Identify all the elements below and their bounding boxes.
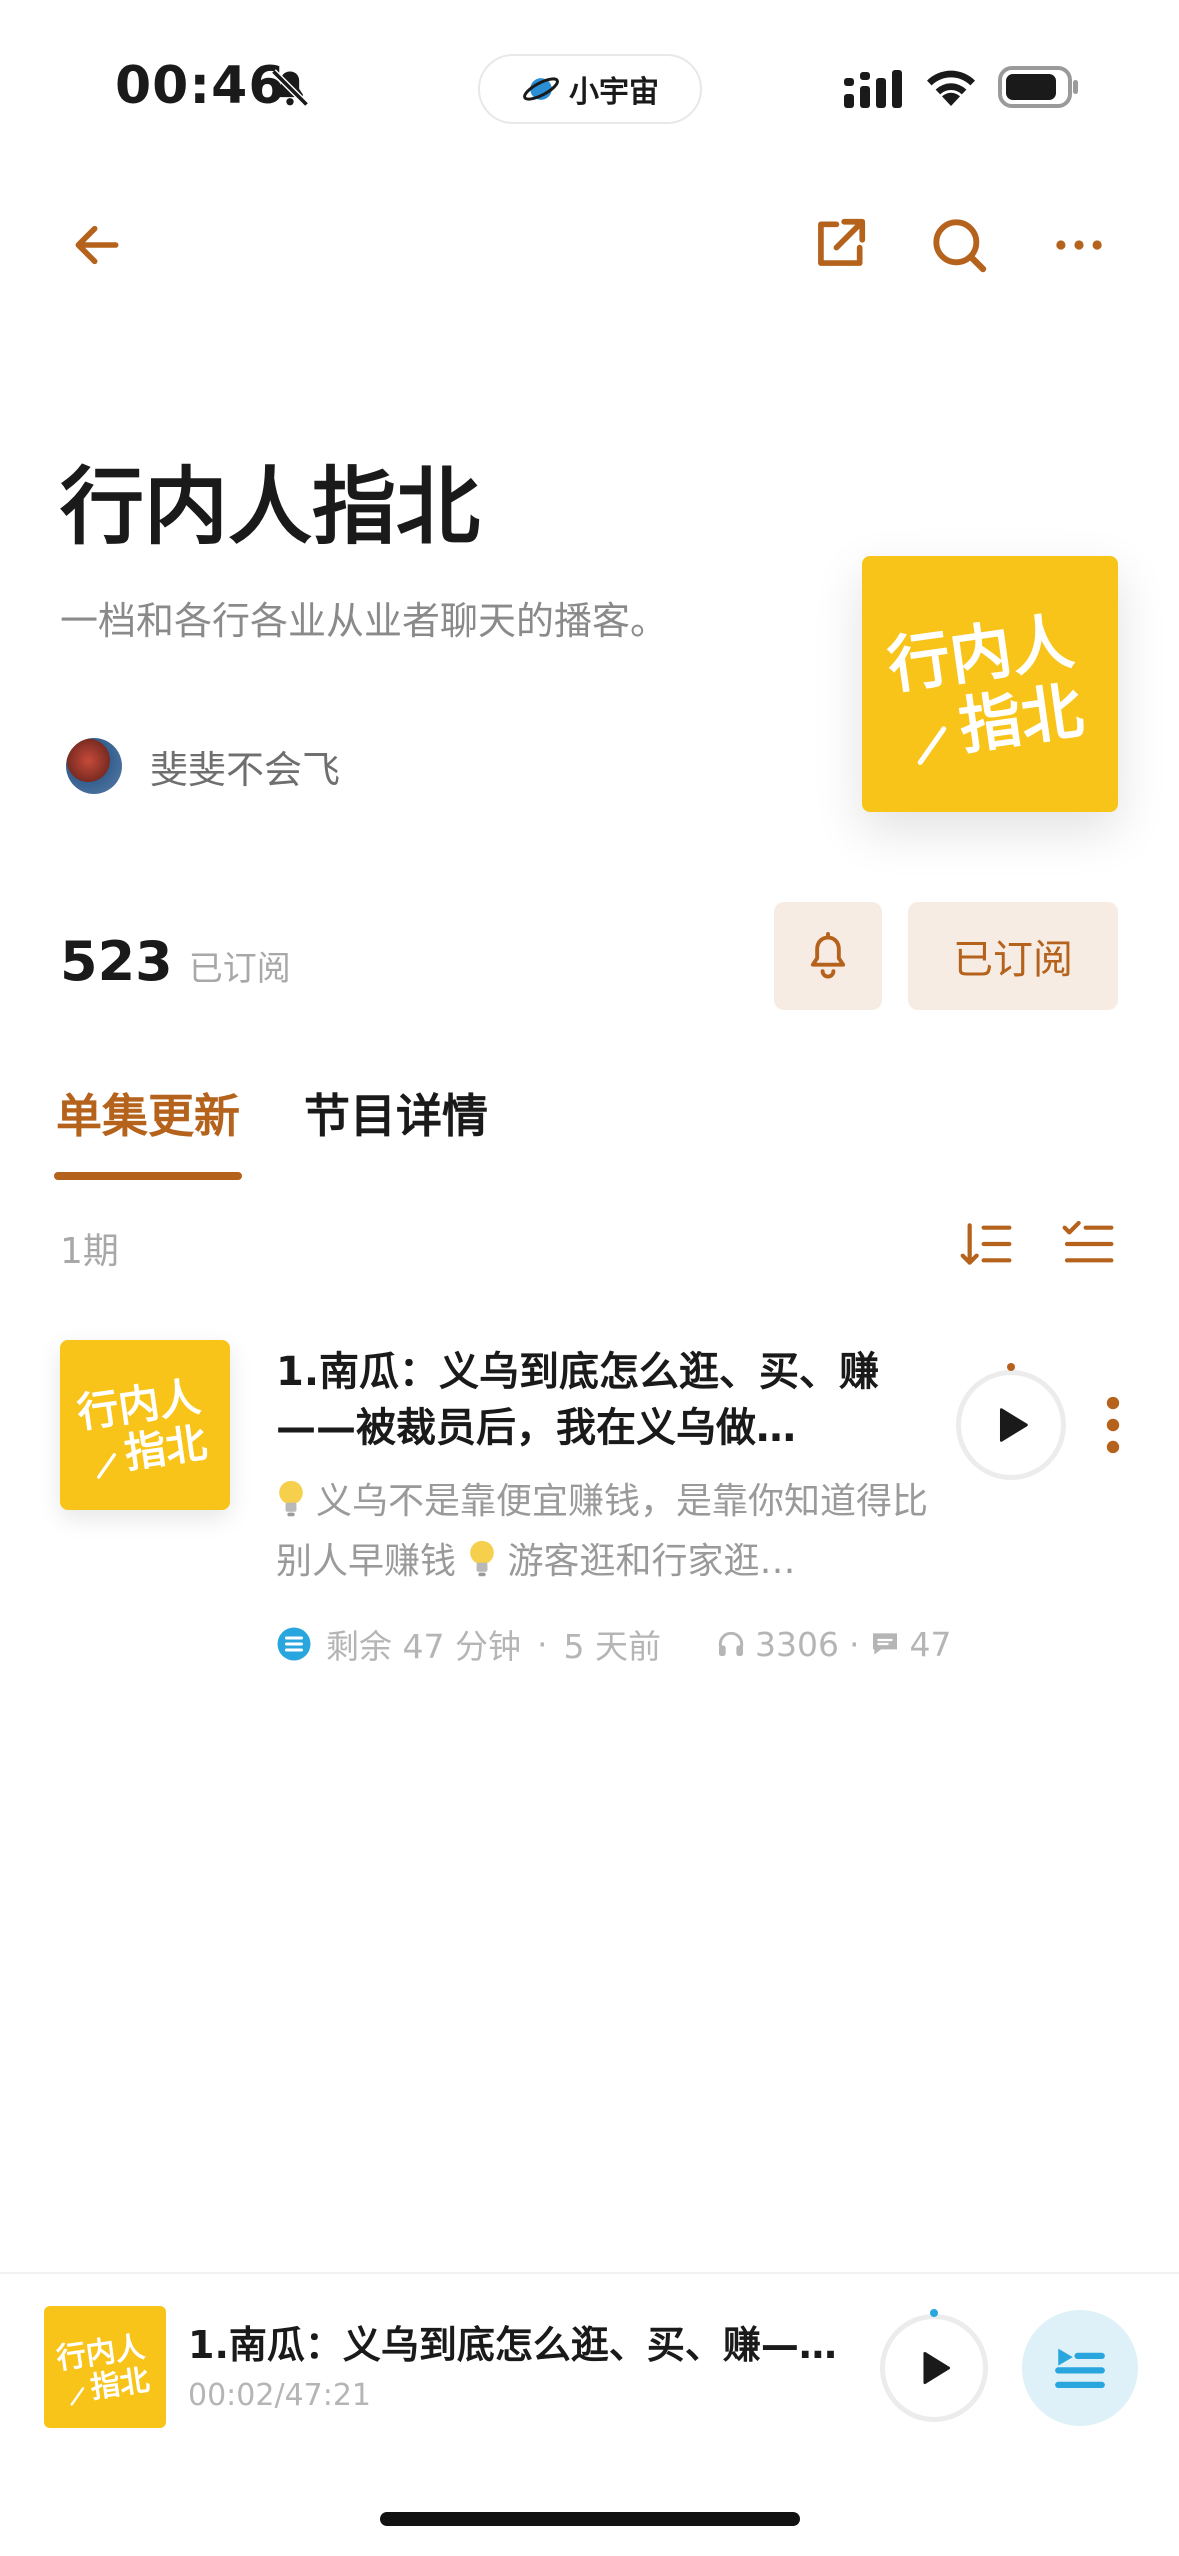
podcast-cover: 行内人 指北: [862, 556, 1118, 812]
lightbulb-icon: [279, 1480, 303, 1517]
search-icon: [933, 219, 987, 273]
mini-player-title[interactable]: 1.南瓜：义乌到底怎么逛、买、赚—…: [188, 2314, 848, 2369]
cover-logo: 行内人 指北: [54, 2330, 152, 2406]
mini-player-play-button[interactable]: [880, 2309, 988, 2422]
episode-meta: 剩余 47 分钟 · 5 天前 3306 · 47: [276, 1620, 951, 1668]
share-icon: [818, 218, 866, 266]
island-label: 小宇宙: [569, 75, 659, 110]
episode-count: 1期: [60, 1231, 119, 1272]
bell-off-icon: [271, 69, 309, 107]
lightbulb-icon: [470, 1540, 495, 1577]
episode-desc-part2: 游客逛和行家逛…: [507, 1541, 796, 1582]
comment-count: 47: [909, 1624, 952, 1664]
play-icon: [999, 1408, 1028, 1442]
dynamic-island-app[interactable]: 小宇宙: [478, 54, 702, 124]
author-name[interactable]: 斐斐不会飞: [150, 739, 340, 794]
playlist-button[interactable]: [1022, 2310, 1138, 2426]
cover-logo: 行内人 指北: [74, 1373, 210, 1479]
more-button[interactable]: [1034, 200, 1124, 290]
back-button[interactable]: [52, 200, 142, 290]
status-bar: 00:46 小宇宙: [0, 0, 1179, 180]
episode-title[interactable]: 1.南瓜：义乌到底怎么逛、买、赚——被裁员后，我在义乌做…: [276, 1344, 906, 1456]
episode-description: 义乌不是靠便宜赚钱，是靠你知道得比别人早赚钱 游客逛和行家逛…: [276, 1472, 936, 1592]
play-count: 3306: [754, 1624, 839, 1664]
search-button[interactable]: [914, 200, 1004, 290]
sort-icon[interactable]: [958, 1216, 1014, 1272]
wifi-icon: [927, 70, 975, 106]
planet-icon: [523, 77, 559, 101]
avatar[interactable]: [66, 738, 122, 794]
comment-icon: [873, 1633, 898, 1655]
mini-player-cover[interactable]: 行内人 指北: [44, 2306, 166, 2428]
subscribed-button[interactable]: 已订阅: [908, 902, 1118, 1010]
tab-bar: 单集更新 节目详情: [54, 1080, 488, 1180]
mini-player-progress: 00:02/47:21: [188, 2378, 372, 2413]
posted-time: 5 天前: [563, 1627, 661, 1666]
top-nav: [0, 200, 1179, 290]
status-time: 00:46: [115, 56, 286, 116]
episode-play-button[interactable]: [956, 1363, 1066, 1480]
progress-dot: [1007, 1363, 1015, 1371]
episode-more-icon[interactable]: [1098, 1394, 1128, 1456]
share-button[interactable]: [794, 200, 884, 290]
tab-episodes[interactable]: 单集更新: [54, 1080, 242, 1180]
podcast-title: 行内人指北: [60, 458, 481, 556]
progress-dot: [930, 2309, 938, 2317]
subscriber-number: 523: [60, 930, 173, 993]
author-row[interactable]: 斐斐不会飞: [66, 738, 340, 794]
subscriber-label: 已订阅: [188, 949, 291, 989]
notification-button[interactable]: [774, 902, 882, 1010]
bell-icon: [810, 931, 846, 979]
transcript-icon: [277, 1627, 311, 1661]
cover-logo: 行内人 指北: [883, 604, 1088, 765]
tab-details[interactable]: 节目详情: [304, 1080, 488, 1180]
select-list-icon[interactable]: [1060, 1216, 1116, 1272]
podcast-description: 一档和各行各业从业者聊天的播客。: [60, 599, 669, 643]
more-icon: [1056, 240, 1102, 250]
subscriber-count: 523 已订阅: [60, 930, 291, 993]
home-indicator[interactable]: [380, 2512, 800, 2526]
cellular-signal-icon: [844, 70, 902, 108]
headphones-icon: [718, 1631, 744, 1656]
episode-cover[interactable]: 行内人 指北: [60, 1340, 230, 1510]
battery-icon: [998, 66, 1078, 108]
play-icon: [923, 2351, 951, 2385]
back-arrow-icon: [75, 225, 119, 265]
playlist-icon: [1055, 2348, 1105, 2389]
remaining-time: 剩余 47 分钟: [326, 1627, 521, 1666]
